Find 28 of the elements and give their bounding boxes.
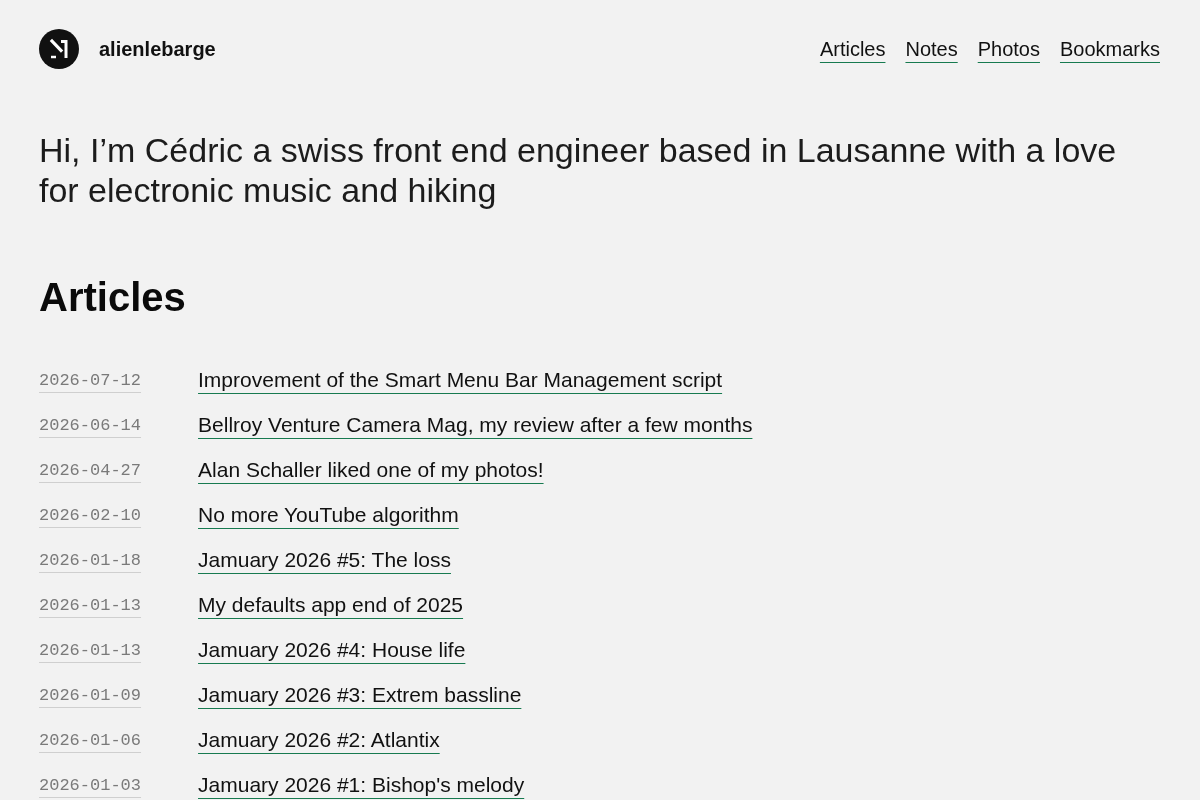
article-link[interactable]: Bellroy Venture Camera Mag, my review after a few months (198, 411, 753, 439)
article-link[interactable]: Alan Schaller liked one of my photos! (198, 456, 544, 484)
section-heading: Articles (39, 274, 187, 321)
article-date: 2026-01-13 (39, 595, 142, 615)
article-date: 2026-06-14 (39, 415, 142, 435)
article-link[interactable]: Jamuary 2026 #2: Atlantix (198, 726, 440, 754)
article-link[interactable]: Jamuary 2026 #1: Bishop's melody (198, 771, 525, 799)
article-date: 2026-01-18 (39, 550, 142, 570)
site-name-link[interactable]: alienlebarge (99, 37, 216, 61)
article-link[interactable]: Jamuary 2026 #3: Extrem bassline (198, 681, 522, 709)
article-date: 2026-01-03 (39, 775, 142, 795)
article-link[interactable]: My defaults app end of 2025 (198, 591, 464, 619)
nav-link[interactable]: Notes (905, 36, 958, 62)
article-link[interactable]: Jamuary 2026 #4: House life (198, 636, 466, 664)
article-date: 2026-01-09 (39, 685, 142, 705)
article-date: 2026-02-10 (39, 505, 142, 525)
article-link[interactable]: No more YouTube algorithm (198, 501, 459, 529)
article-link[interactable]: Jamuary 2026 #5: The loss (198, 546, 451, 574)
logo-icon[interactable] (39, 29, 79, 69)
article-date: 2026-07-12 (39, 370, 142, 390)
article-date: 2026-04-27 (39, 460, 142, 480)
article-date: 2026-01-06 (39, 730, 142, 750)
article-link[interactable]: Improvement of the Smart Menu Bar Management script (198, 366, 723, 394)
nav-link[interactable]: Articles (819, 36, 886, 62)
intro-text: Hi, I’m Cédric a swiss front end engineer based in Lausanne with a love for electronic music and hiking (39, 130, 1118, 210)
nav-link[interactable]: Bookmarks (1059, 36, 1160, 62)
article-date: 2026-01-13 (39, 640, 142, 660)
nav-link[interactable]: Photos (977, 36, 1040, 62)
